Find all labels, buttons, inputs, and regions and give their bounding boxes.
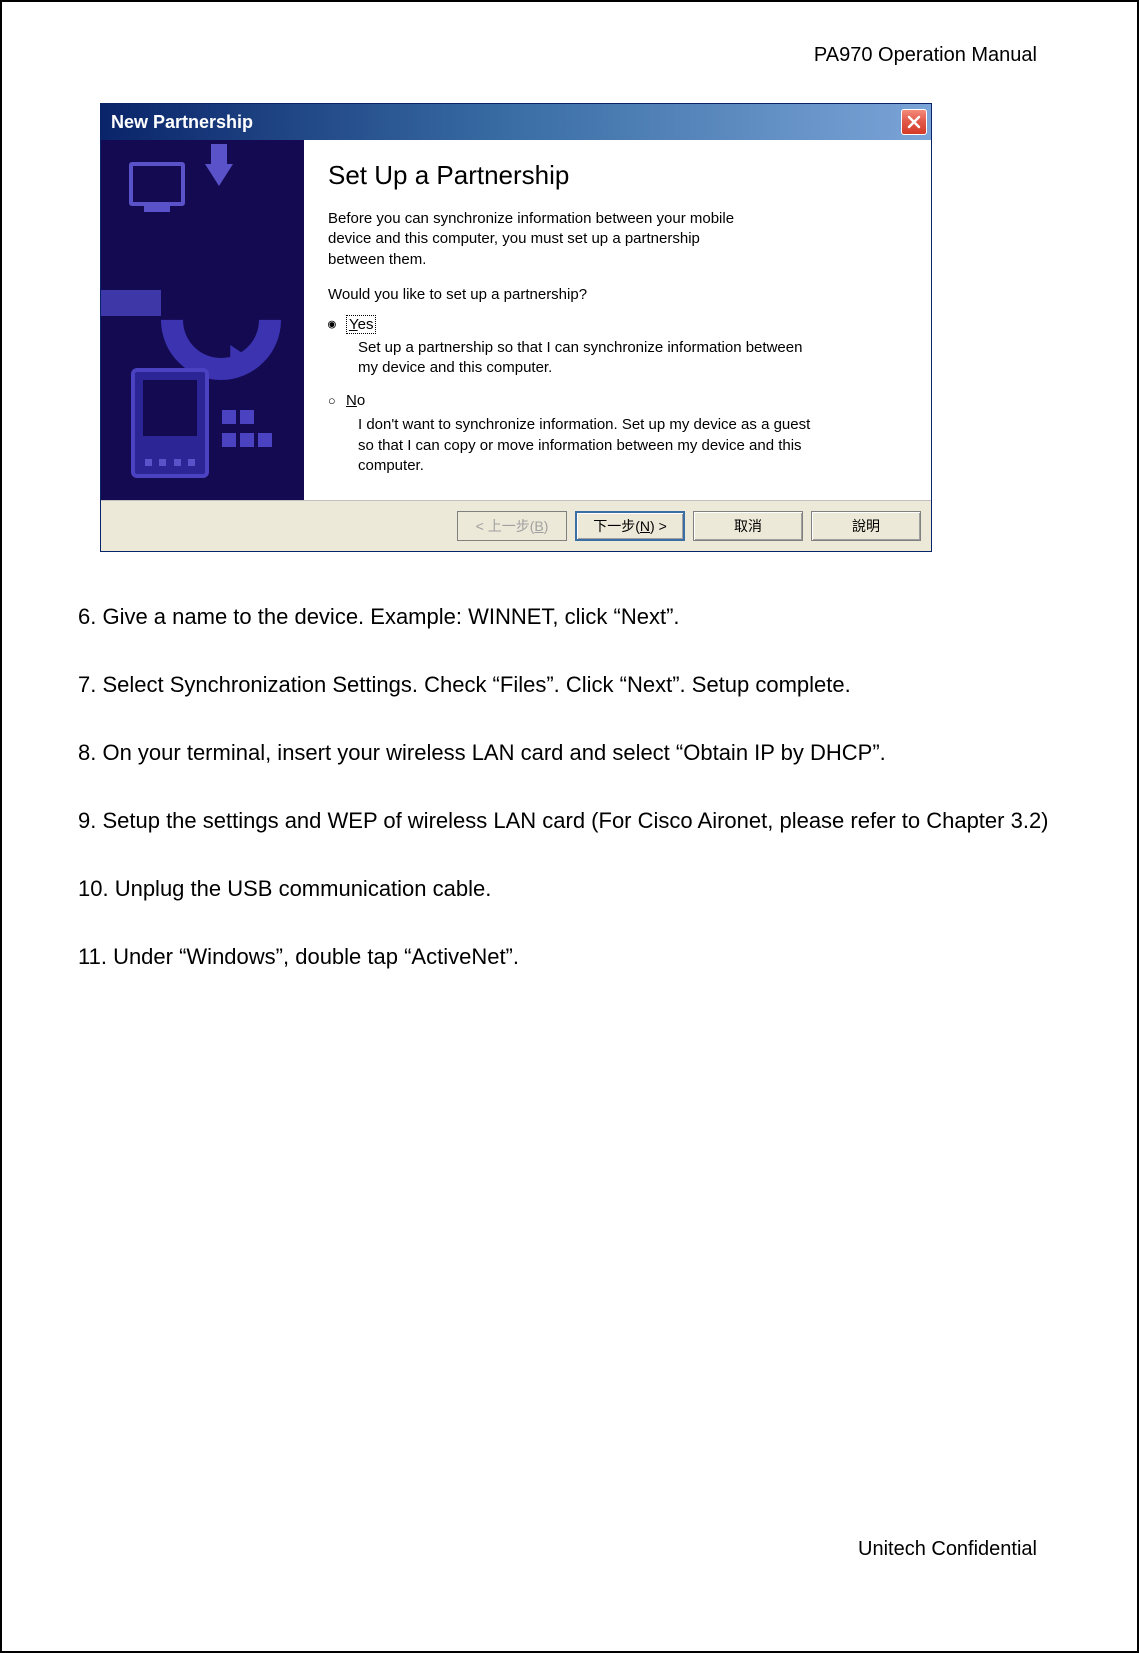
step-11: 11. Under “Windows”, double tap “ActiveN… [78,940,1061,974]
radio-yes-description: Set up a partnership so that I can synch… [358,338,818,379]
dialog-button-row: < 上一步(B) 下一步(N) > 取消 說明 [101,500,931,551]
dialog-description: Before you can synchronize information b… [328,209,748,270]
document-page: PA970 Operation Manual New Partnership [0,0,1139,1653]
dialog-content: Set Up a Partnership Before you can sync… [304,140,931,500]
pda-icon [131,368,209,478]
step-6: 6. Give a name to the device. Example: W… [78,600,1061,634]
pda-button-icon [188,459,195,466]
radio-yes-label: Yes [346,315,376,334]
dialog-sidebar-graphic [101,140,304,500]
dialog-titlebar: New Partnership [101,104,931,140]
close-button[interactable] [901,109,927,135]
radio-unselected-icon: ○ [328,392,346,411]
radio-option-no[interactable]: ○ No [328,392,905,411]
step-7: 7. Select Synchronization Settings. Chec… [78,668,1061,702]
dialog-heading: Set Up a Partnership [328,160,905,191]
step-10: 10. Unplug the USB communication cable. [78,872,1061,906]
help-button[interactable]: 說明 [811,511,921,541]
dialog-question: Would you like to set up a partnership? [328,286,905,303]
pda-button-icon [159,459,166,466]
page-footer: Unitech Confidential [858,1538,1037,1561]
decorative-bar [101,290,161,316]
arrow-down-icon [205,164,233,186]
new-partnership-dialog: New Partnership [100,103,932,552]
radio-no-label: No [346,392,365,410]
next-button[interactable]: 下一步(N) > [575,511,685,541]
back-button: < 上一步(B) [457,511,567,541]
radio-selected-icon: ◉ [328,315,346,334]
cancel-button[interactable]: 取消 [693,511,803,541]
close-icon [907,115,921,129]
step-8: 8. On your terminal, insert your wireles… [78,736,1061,770]
radio-option-yes[interactable]: ◉ Yes [328,315,905,334]
step-9: 9. Setup the settings and WEP of wireles… [78,804,1061,838]
manual-steps: 6. Give a name to the device. Example: W… [72,600,1067,975]
dialog-title: New Partnership [111,112,253,133]
pda-button-icon [174,459,181,466]
monitor-icon [129,162,185,206]
pda-button-icon [145,459,152,466]
page-header: PA970 Operation Manual [72,44,1067,67]
dialog-body: Set Up a Partnership Before you can sync… [101,140,931,500]
decorative-squares [220,408,274,454]
radio-no-description: I don't want to synchronize information.… [358,415,818,476]
